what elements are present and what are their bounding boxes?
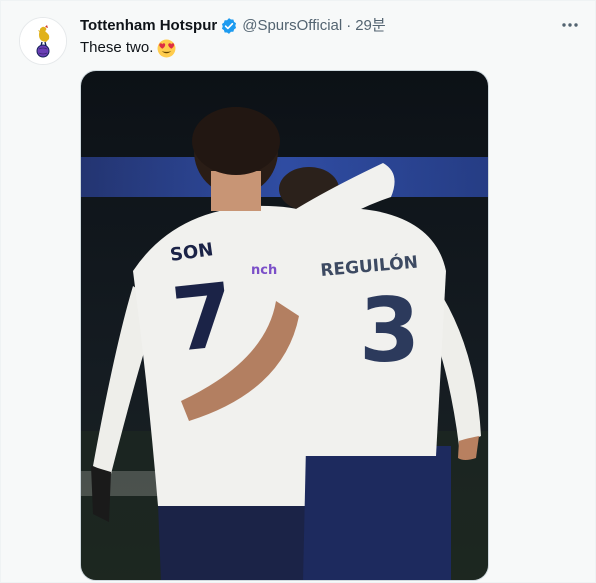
avatar[interactable]	[19, 17, 67, 65]
tweet-card[interactable]: Tottenham Hotspur @SpursOfficial · 29분 T…	[0, 0, 596, 583]
separator-dot: ·	[346, 17, 352, 34]
user-handle[interactable]: @SpursOfficial	[242, 16, 342, 36]
display-name[interactable]: Tottenham Hotspur	[80, 16, 217, 36]
heart-eyes-emoji-icon	[157, 39, 176, 57]
right-player-number: 3	[359, 279, 420, 382]
tweet-timestamp[interactable]: 29분	[355, 16, 386, 36]
tweet-header: Tottenham Hotspur @SpursOfficial · 29분	[80, 16, 386, 36]
tweet-photo[interactable]: SON 7 REGUILÓN 3 nch	[80, 70, 489, 581]
players-photo: SON 7 REGUILÓN 3 nch	[81, 71, 488, 580]
tweet-text: These two.	[80, 38, 176, 58]
verified-badge-icon	[222, 18, 237, 34]
more-options-icon	[562, 23, 578, 27]
sleeve-sponsor-mark: nch	[251, 263, 277, 278]
left-player-number: 7	[167, 263, 239, 372]
tweet-text-content: These two.	[80, 39, 154, 56]
more-options-button[interactable]	[557, 14, 583, 36]
spurs-cockerel-logo-icon	[20, 18, 66, 64]
